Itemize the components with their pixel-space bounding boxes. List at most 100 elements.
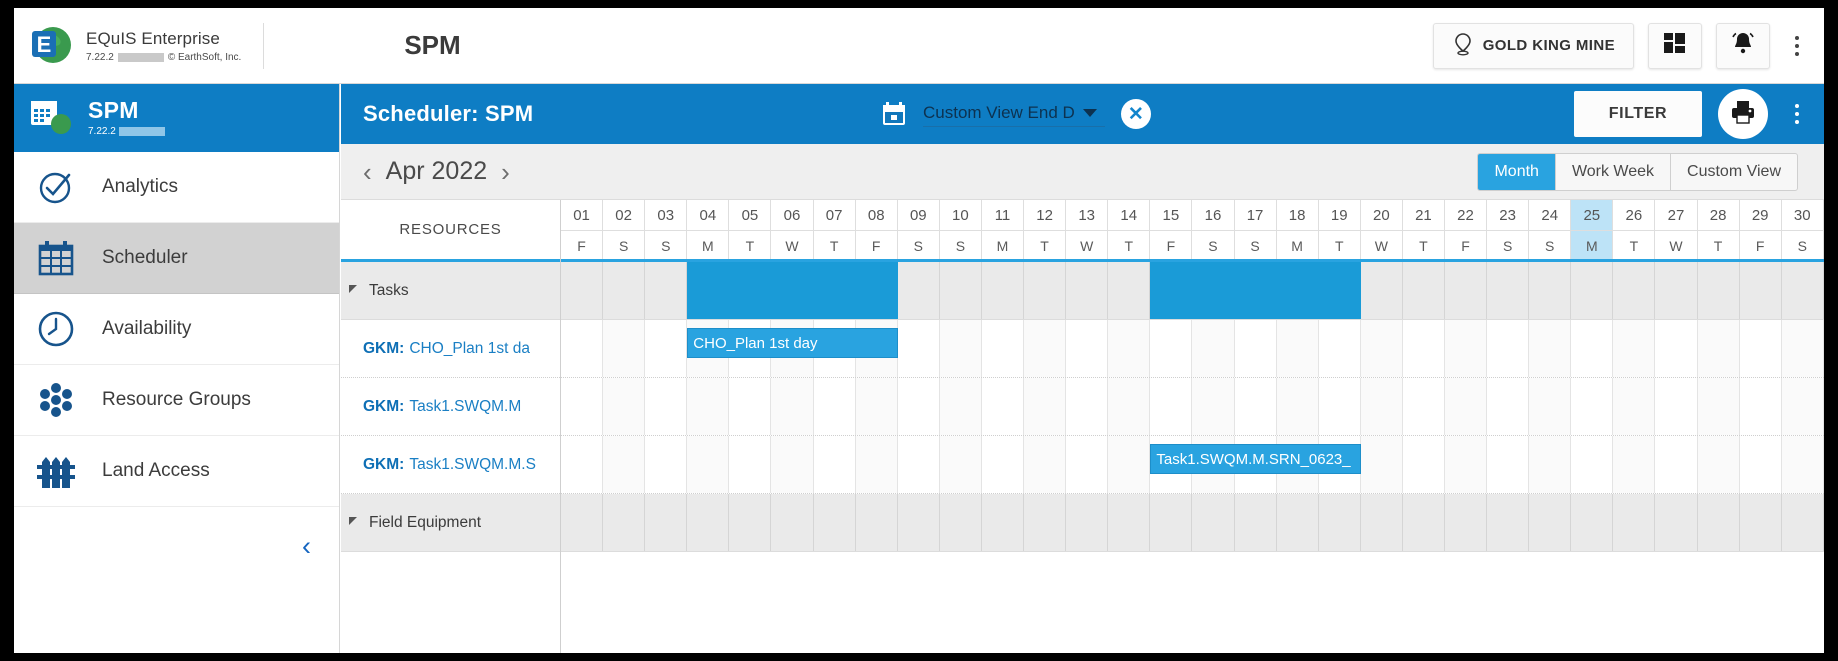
timeline-cell[interactable] — [982, 494, 1024, 551]
timeline-cell[interactable] — [1698, 378, 1740, 435]
timeline-cell[interactable] — [1782, 378, 1824, 435]
timeline-cell[interactable] — [1613, 262, 1655, 319]
print-button[interactable] — [1718, 89, 1768, 139]
timeline-cell[interactable] — [1740, 378, 1782, 435]
timeline-cell[interactable] — [1782, 436, 1824, 493]
timeline-cell[interactable] — [561, 494, 603, 551]
timeline-cell[interactable] — [1150, 494, 1192, 551]
day-number-cell[interactable]: 05 — [729, 200, 771, 231]
timeline-cell[interactable] — [1319, 320, 1361, 377]
timeline-cell[interactable] — [1403, 262, 1445, 319]
timeline-cell[interactable] — [1571, 262, 1613, 319]
timeline-cell[interactable] — [1277, 378, 1319, 435]
timeline-cell[interactable] — [898, 262, 940, 319]
timeline-cell[interactable] — [561, 320, 603, 377]
timeline-cell[interactable] — [771, 494, 813, 551]
timeline-cell[interactable] — [1024, 320, 1066, 377]
timeline-cell[interactable] — [1445, 378, 1487, 435]
day-number-cell[interactable]: 22 — [1445, 200, 1487, 231]
chevron-left-icon[interactable]: ‹ — [302, 533, 311, 560]
toolbar-more-button[interactable] — [1784, 104, 1810, 124]
timeline-cell[interactable] — [1150, 378, 1192, 435]
timeline-cell[interactable] — [814, 378, 856, 435]
timeline-cell[interactable] — [940, 262, 982, 319]
resource-task-row[interactable]: GKM:Task1.SWQM.M.S — [341, 436, 560, 494]
timeline-cell[interactable] — [1066, 378, 1108, 435]
timeline-cell[interactable] — [1487, 494, 1529, 551]
timeline-cell[interactable] — [645, 494, 687, 551]
timeline-cell[interactable] — [1655, 436, 1697, 493]
timeline-cell[interactable] — [982, 320, 1024, 377]
timeline-cell[interactable] — [814, 494, 856, 551]
timeline-cell[interactable] — [1024, 378, 1066, 435]
collapse-triangle-icon[interactable] — [349, 285, 357, 293]
day-number-cell[interactable]: 30 — [1782, 200, 1824, 231]
timeline-cell[interactable] — [1445, 262, 1487, 319]
timeline-cell[interactable] — [856, 436, 898, 493]
day-number-cell[interactable]: 15 — [1150, 200, 1192, 231]
timeline-cell[interactable] — [645, 378, 687, 435]
day-number-cell[interactable]: 04 — [687, 200, 729, 231]
day-number-cell[interactable]: 07 — [814, 200, 856, 231]
timeline-cell[interactable] — [1319, 494, 1361, 551]
timeline-cell[interactable] — [1066, 262, 1108, 319]
timeline-cell[interactable] — [1445, 494, 1487, 551]
timeline-cell[interactable] — [1403, 494, 1445, 551]
timeline-cell[interactable] — [1571, 378, 1613, 435]
timeline-cell[interactable] — [1529, 436, 1571, 493]
sidebar-item-land-access[interactable]: Land Access — [14, 436, 339, 507]
header-more-button[interactable] — [1784, 36, 1810, 56]
day-number-cell[interactable]: 16 — [1192, 200, 1234, 231]
day-number-cell[interactable]: 20 — [1361, 200, 1403, 231]
timeline-task-row[interactable] — [561, 378, 1824, 436]
timeline-task-row[interactable]: CHO_Plan 1st day — [561, 320, 1824, 378]
day-number-cell[interactable]: 03 — [645, 200, 687, 231]
timeline-cell[interactable] — [603, 320, 645, 377]
timeline-cell[interactable] — [729, 494, 771, 551]
prev-period-button[interactable]: ‹ — [363, 159, 372, 185]
timeline-cell[interactable] — [561, 436, 603, 493]
timeline-cell[interactable] — [687, 378, 729, 435]
timeline-cell[interactable] — [1487, 436, 1529, 493]
timeline-cell[interactable] — [940, 494, 982, 551]
timeline-cell[interactable] — [1487, 378, 1529, 435]
timeline-cell[interactable] — [771, 436, 813, 493]
timeline-cell[interactable] — [1529, 494, 1571, 551]
day-number-cell[interactable]: 19 — [1319, 200, 1361, 231]
timeline-cell[interactable] — [1698, 262, 1740, 319]
view-button-work-week[interactable]: Work Week — [1556, 154, 1671, 190]
timeline-cell[interactable] — [1192, 378, 1234, 435]
timeline-cell[interactable] — [1698, 436, 1740, 493]
timeline-cell[interactable] — [1698, 320, 1740, 377]
timeline-cell[interactable] — [1066, 494, 1108, 551]
day-number-cell[interactable]: 26 — [1613, 200, 1655, 231]
timeline-cell[interactable] — [898, 436, 940, 493]
timeline-cell[interactable] — [1740, 262, 1782, 319]
sidebar-item-scheduler[interactable]: Scheduler — [14, 223, 339, 294]
timeline-cell[interactable] — [645, 436, 687, 493]
timeline-cell[interactable] — [898, 320, 940, 377]
timeline-cell[interactable] — [1066, 320, 1108, 377]
day-number-cell[interactable]: 27 — [1655, 200, 1697, 231]
sidebar-item-availability[interactable]: Availability — [14, 294, 339, 365]
sidebar-item-resource-groups[interactable]: Resource Groups — [14, 365, 339, 436]
timeline-cell[interactable] — [898, 494, 940, 551]
timeline-cell[interactable] — [1361, 494, 1403, 551]
timeline-task-row[interactable]: Task1.SWQM.M.SRN_0623_ — [561, 436, 1824, 494]
resource-task-row[interactable]: GKM:Task1.SWQM.M — [341, 378, 560, 436]
day-number-cell[interactable]: 10 — [940, 200, 982, 231]
day-number-cell[interactable]: 25 — [1571, 200, 1613, 231]
timeline-cell[interactable] — [1782, 494, 1824, 551]
timeline-cell[interactable] — [1024, 262, 1066, 319]
timeline-cell[interactable] — [1487, 320, 1529, 377]
timeline-cell[interactable] — [1529, 320, 1571, 377]
task-bar[interactable]: Task1.SWQM.M.SRN_0623_ — [1150, 444, 1361, 474]
task-bar[interactable]: CHO_Plan 1st day — [687, 328, 898, 358]
clear-date-button[interactable]: ✕ — [1121, 99, 1151, 129]
timeline-cell[interactable] — [729, 436, 771, 493]
timeline-cell[interactable] — [1529, 378, 1571, 435]
sidebar-collapse-row[interactable]: ‹ — [14, 507, 339, 585]
timeline-cell[interactable] — [1108, 320, 1150, 377]
day-number-cell[interactable]: 08 — [856, 200, 898, 231]
sidebar-item-analytics[interactable]: Analytics — [14, 152, 339, 223]
